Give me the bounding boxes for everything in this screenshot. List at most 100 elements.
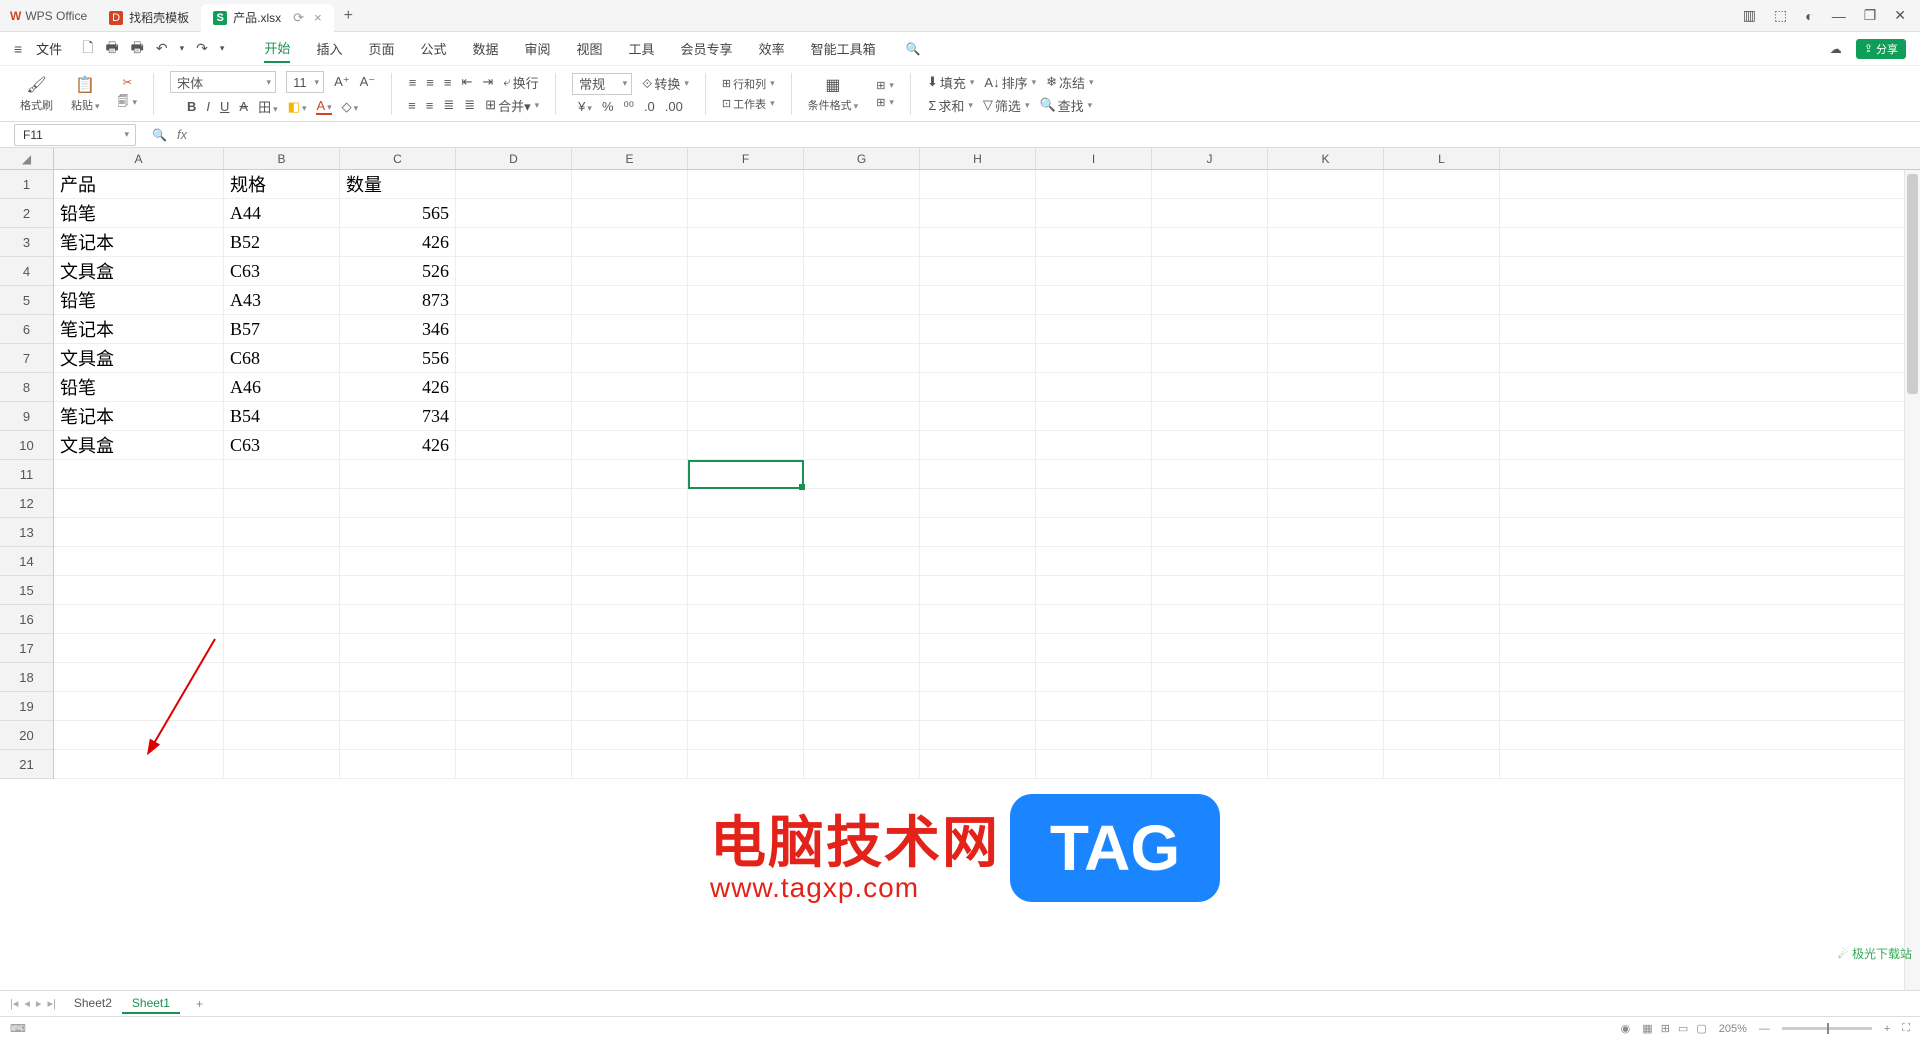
font-more-button[interactable]: ◇ [342,99,359,115]
cell-H7[interactable] [920,344,1036,372]
cell-J19[interactable] [1152,692,1268,720]
cell-E10[interactable] [572,431,688,459]
cell-C2[interactable]: 565 [340,199,456,227]
cell-G12[interactable] [804,489,920,517]
cell-C16[interactable] [340,605,456,633]
zoom-value[interactable]: 205% [1719,1023,1747,1035]
cell-L21[interactable] [1384,750,1500,778]
cell-G13[interactable] [804,518,920,546]
cell-F8[interactable] [688,373,804,401]
find-button[interactable]: 🔍查找 [1039,96,1092,115]
cell-L15[interactable] [1384,576,1500,604]
minimize-button[interactable]: — [1832,8,1846,24]
cell-B8[interactable]: A46 [224,373,340,401]
cell-C3[interactable]: 426 [340,228,456,256]
cell-F11[interactable] [688,460,804,488]
clipboard-more[interactable]: 🗐 [118,93,138,112]
cell-C1[interactable]: 数量 [340,170,456,198]
cell-G7[interactable] [804,344,920,372]
cell-B14[interactable] [224,547,340,575]
cell-B15[interactable] [224,576,340,604]
cell-I20[interactable] [1036,721,1152,749]
cell-C15[interactable] [340,576,456,604]
cell-K18[interactable] [1268,663,1384,691]
cell-L3[interactable] [1384,228,1500,256]
cell-H10[interactable] [920,431,1036,459]
cell-E21[interactable] [572,750,688,778]
cell-D3[interactable] [456,228,572,256]
cell-A7[interactable]: 文具盒 [54,344,224,372]
column-header-G[interactable]: G [804,148,920,169]
cell-H3[interactable] [920,228,1036,256]
column-header-F[interactable]: F [688,148,804,169]
menu-tab-页面[interactable]: 页面 [368,35,394,62]
cell-L14[interactable] [1384,547,1500,575]
print-icon[interactable]: 🖶 [105,37,118,61]
cell-C19[interactable] [340,692,456,720]
cell-J7[interactable] [1152,344,1268,372]
cell-K1[interactable] [1268,170,1384,198]
cell-B3[interactable]: B52 [224,228,340,256]
cell-H14[interactable] [920,547,1036,575]
cell-L19[interactable] [1384,692,1500,720]
cell-C9[interactable]: 734 [340,402,456,430]
cell-D16[interactable] [456,605,572,633]
italic-button[interactable]: I [206,99,210,114]
cell-K20[interactable] [1268,721,1384,749]
indent-inc-button[interactable]: ⇥ [482,74,493,90]
cell-I18[interactable] [1036,663,1152,691]
cell-I9[interactable] [1036,402,1152,430]
row-header-10[interactable]: 10 [0,431,53,460]
cell-L9[interactable] [1384,402,1500,430]
cell-J1[interactable] [1152,170,1268,198]
cell-J2[interactable] [1152,199,1268,227]
cell-J4[interactable] [1152,257,1268,285]
cell-I11[interactable] [1036,460,1152,488]
cell-G5[interactable] [804,286,920,314]
cell-A16[interactable] [54,605,224,633]
align-center-button[interactable]: ≡ [426,98,434,113]
new-tab-button[interactable]: + [334,7,363,25]
cell-K2[interactable] [1268,199,1384,227]
cloud-icon[interactable]: ☁ [1830,42,1842,56]
cell-K14[interactable] [1268,547,1384,575]
cell-J16[interactable] [1152,605,1268,633]
menu-tab-公式[interactable]: 公式 [420,35,446,62]
cell-L17[interactable] [1384,634,1500,662]
filter-button[interactable]: ▽筛选 [983,96,1030,115]
cell-A4[interactable]: 文具盒 [54,257,224,285]
rows-cols-button[interactable]: ⊞行和列 [722,76,775,92]
indent-dec-button[interactable]: ⇤ [461,74,472,90]
cell-D12[interactable] [456,489,572,517]
cell-B21[interactable] [224,750,340,778]
cell-C11[interactable] [340,460,456,488]
sync-icon[interactable]: ⟳ [293,10,304,26]
cell-H19[interactable] [920,692,1036,720]
cell-E2[interactable] [572,199,688,227]
cell-E12[interactable] [572,489,688,517]
cell-F5[interactable] [688,286,804,314]
column-header-H[interactable]: H [920,148,1036,169]
border-button[interactable]: 田 [258,97,278,116]
align-top-button[interactable]: ≡ [409,75,417,90]
save-icon[interactable]: 🗋 [82,37,93,61]
cell-J9[interactable] [1152,402,1268,430]
column-header-K[interactable]: K [1268,148,1384,169]
sheet-nav-btn[interactable]: |◂ [10,997,18,1010]
cell-I13[interactable] [1036,518,1152,546]
cell-E20[interactable] [572,721,688,749]
cell-K17[interactable] [1268,634,1384,662]
menu-tab-审阅[interactable]: 审阅 [525,35,551,62]
dec-dec-button[interactable]: .00 [665,99,683,114]
cell-F18[interactable] [688,663,804,691]
cell-F2[interactable] [688,199,804,227]
cell-E13[interactable] [572,518,688,546]
avatar-icon[interactable]: ◐ [1805,8,1813,24]
cell-J14[interactable] [1152,547,1268,575]
scrollbar-thumb[interactable] [1907,174,1918,394]
cell-K19[interactable] [1268,692,1384,720]
cell-A19[interactable] [54,692,224,720]
cell-F14[interactable] [688,547,804,575]
cell-H12[interactable] [920,489,1036,517]
strike-button[interactable]: A [239,99,248,114]
